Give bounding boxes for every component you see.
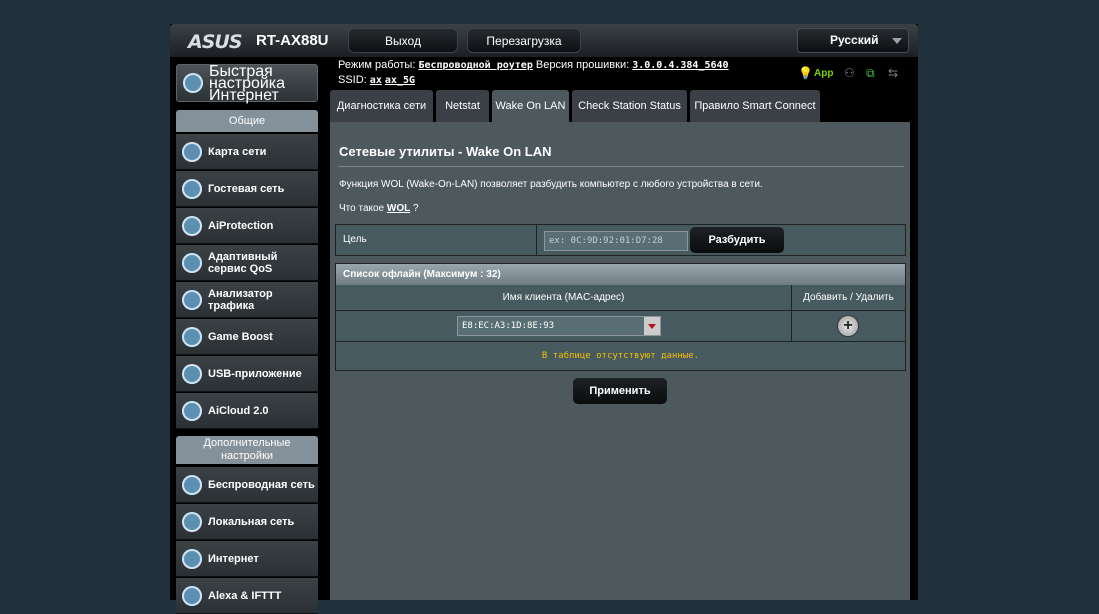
sidebar-item-label: Локальная сеть	[208, 516, 295, 528]
clients-icon[interactable]: ⚇	[844, 66, 855, 80]
title-divider	[338, 166, 904, 167]
sidebar-item-guest-network[interactable]: Гостевая сеть	[176, 171, 318, 207]
column-divider	[536, 225, 537, 255]
sidebar-item-label: Alexa & IFTTT	[208, 590, 282, 602]
client-select[interactable]: E8:EC:A3:1D:8E:93	[457, 316, 661, 336]
what-is-suffix: ?	[410, 203, 419, 214]
gamepad-icon	[182, 327, 202, 347]
tab-smart-connect-rule[interactable]: Правило Smart Connect	[690, 90, 820, 122]
sidebar-item-label: Гостевая сеть	[208, 183, 285, 195]
sidebar-item-quick-setup[interactable]: Быстрая настройка Интернет	[176, 63, 318, 104]
sidebar-item-label: Адаптивный сервис QoS	[208, 251, 278, 275]
ssid-label: SSID:	[338, 74, 367, 86]
alexa-icon	[182, 586, 202, 606]
tab-network-diagnostics[interactable]: Диагностика сети	[330, 90, 433, 122]
wol-help-link[interactable]: WOL	[387, 203, 410, 214]
target-label: Цель	[343, 234, 367, 245]
target-row: Цель ex: 0C:9D:92:01:D7:28 Разбудить	[335, 224, 906, 256]
globe-icon	[182, 549, 202, 569]
language-value: Русский	[830, 33, 879, 47]
shield-icon	[182, 216, 202, 236]
general-section-header: Общие	[176, 110, 318, 132]
fw-label: Версия прошивки:	[535, 59, 630, 71]
sidebar-item-label: Анализатор трафика	[208, 288, 273, 312]
sidebar-item-traffic-analyzer[interactable]: Анализатор трафика	[176, 282, 318, 318]
table-header: Имя клиента (MAC-адрес) Добавить / Удали…	[336, 285, 905, 311]
content-panel: Сетевые утилиты - Wake On LAN Функция WO…	[330, 122, 910, 600]
lan-icon	[182, 512, 202, 532]
chevron-down-icon	[892, 38, 902, 44]
wake-button[interactable]: Разбудить	[690, 227, 784, 253]
sidebar-item-label: AiProtection	[208, 220, 274, 232]
router-frame: ASUS RT-AX88U Выход Перезагрузка Русский…	[170, 24, 918, 614]
column-divider	[791, 285, 792, 311]
sidebar-item-network-map[interactable]: Карта сети	[176, 134, 318, 170]
network-map-icon	[182, 142, 202, 162]
language-select[interactable]: Русский	[797, 28, 909, 53]
empty-table-row: В таблице отсутствуют данные.	[336, 342, 905, 370]
sidebar-item-label: AiCloud 2.0	[208, 405, 269, 417]
mode-link[interactable]: Беспроводной роутер	[418, 60, 532, 71]
empty-message: В таблице отсутствуют данные.	[541, 351, 700, 361]
sidebar-item-label: USB-приложение	[208, 368, 302, 380]
network-status-icon[interactable]: ⧉	[866, 66, 875, 81]
sidebar-item-label: Беспроводная сеть	[208, 479, 315, 491]
cloud-icon	[182, 401, 202, 421]
ssid-link-2[interactable]: ax_5G	[385, 75, 415, 86]
sidebar-item-qos[interactable]: Адаптивный сервис QoS	[176, 245, 318, 281]
mac-address-input[interactable]: ex: 0C:9D:92:01:D7:28	[544, 231, 688, 251]
mode-label: Режим работы:	[338, 59, 416, 71]
dropdown-arrow-icon[interactable]	[644, 317, 660, 335]
table-row: E8:EC:A3:1D:8E:93 +	[336, 311, 905, 342]
sidebar-item-aiprotection[interactable]: AiProtection	[176, 208, 318, 244]
advanced-section-header: Дополнительные настройки	[176, 436, 318, 464]
logout-button[interactable]: Выход	[348, 28, 458, 53]
offline-list-header: Список офлайн (Максимум : 32)	[336, 264, 905, 285]
tab-netstat[interactable]: Netstat	[436, 90, 489, 122]
app-label[interactable]: App	[814, 68, 833, 79]
page-description: Функция WOL (Wake-On-LAN) позволяет разб…	[339, 179, 763, 190]
sidebar-item-wireless[interactable]: Беспроводная сеть	[176, 467, 318, 503]
firmware-link[interactable]: 3.0.0.4.384_5640	[632, 60, 728, 71]
sidebar-item-internet[interactable]: Интернет	[176, 541, 318, 577]
page-title: Сетевые утилиты - Wake On LAN	[339, 144, 552, 159]
wireless-icon	[182, 475, 202, 495]
top-bar: ASUS RT-AX88U Выход Перезагрузка Русский	[170, 24, 918, 57]
sidebar-item-lan[interactable]: Локальная сеть	[176, 504, 318, 540]
sidebar-item-label: Карта сети	[208, 146, 267, 158]
lightbulb-icon[interactable]: 💡	[798, 66, 813, 80]
traffic-analyzer-icon	[182, 290, 202, 310]
reboot-button[interactable]: Перезагрузка	[467, 28, 581, 53]
sidebar-item-label: Game Boost	[208, 331, 273, 343]
wizard-icon	[183, 73, 203, 93]
offline-client-list: Список офлайн (Максимум : 32) Имя клиент…	[335, 263, 906, 371]
what-is-prefix: Что такое	[339, 203, 387, 214]
model-name: RT-AX88U	[256, 32, 329, 49]
tab-wake-on-lan[interactable]: Wake On LAN	[492, 90, 569, 124]
ssid-link-1[interactable]: ax	[370, 75, 382, 86]
sidebar-item-label: Интернет	[208, 553, 259, 565]
column-divider	[791, 311, 792, 342]
usb-icon[interactable]: ⇆	[888, 66, 898, 80]
status-info: Режим работы: Беспроводной роутер Версия…	[338, 58, 729, 88]
client-select-value: E8:EC:A3:1D:8E:93	[462, 321, 555, 331]
sidebar-item-aicloud[interactable]: AiCloud 2.0	[176, 393, 318, 429]
guest-network-icon	[182, 179, 202, 199]
what-is-wol: Что такое WOL ?	[339, 203, 419, 214]
tab-check-station-status[interactable]: Check Station Status	[572, 90, 687, 122]
sidebar-item-game-boost[interactable]: Game Boost	[176, 319, 318, 355]
column-add-delete: Добавить / Удалить	[803, 292, 894, 303]
sidebar-item-label: Быстрая настройка Интернет	[209, 63, 286, 104]
usb-icon	[182, 364, 202, 384]
sidebar-item-usb-app[interactable]: USB-приложение	[176, 356, 318, 392]
asus-logo: ASUS	[188, 31, 243, 53]
speedometer-icon	[182, 253, 202, 273]
column-client-name: Имя клиента (MAC-адрес)	[502, 292, 625, 303]
add-icon[interactable]: +	[838, 316, 858, 336]
apply-button[interactable]: Применить	[573, 378, 667, 404]
sidebar-item-alexa-ifttt[interactable]: Alexa & IFTTT	[176, 578, 318, 614]
